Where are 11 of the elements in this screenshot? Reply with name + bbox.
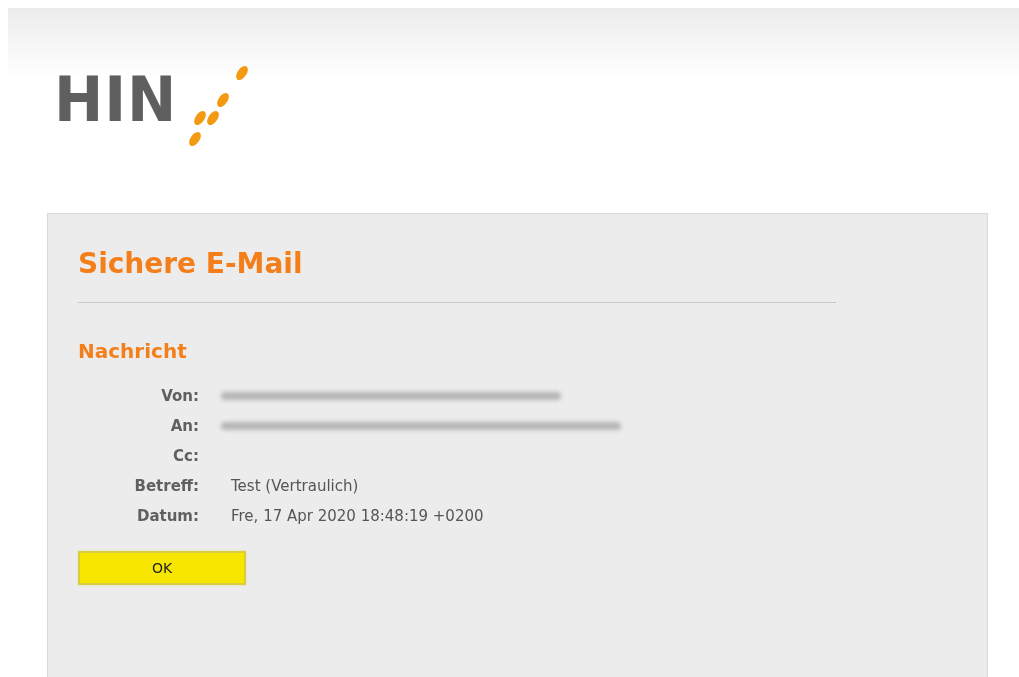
field-label: Cc: [172,446,199,467]
section-heading: Nachricht [78,338,188,365]
field-label: An: [169,416,199,437]
field-label: Von: [160,386,199,407]
field-value: Test (Vertraulich) [231,476,359,497]
field-value: Fre, 17 Apr 2020 18:48:19 +0200 [231,506,484,527]
field-label: Betreff: [133,476,199,497]
ok-button[interactable]: OK [78,551,246,585]
page-title: Sichere E-Mail [78,244,836,303]
logo-text: HIN [54,69,178,131]
field-label: Datum: [135,506,199,527]
